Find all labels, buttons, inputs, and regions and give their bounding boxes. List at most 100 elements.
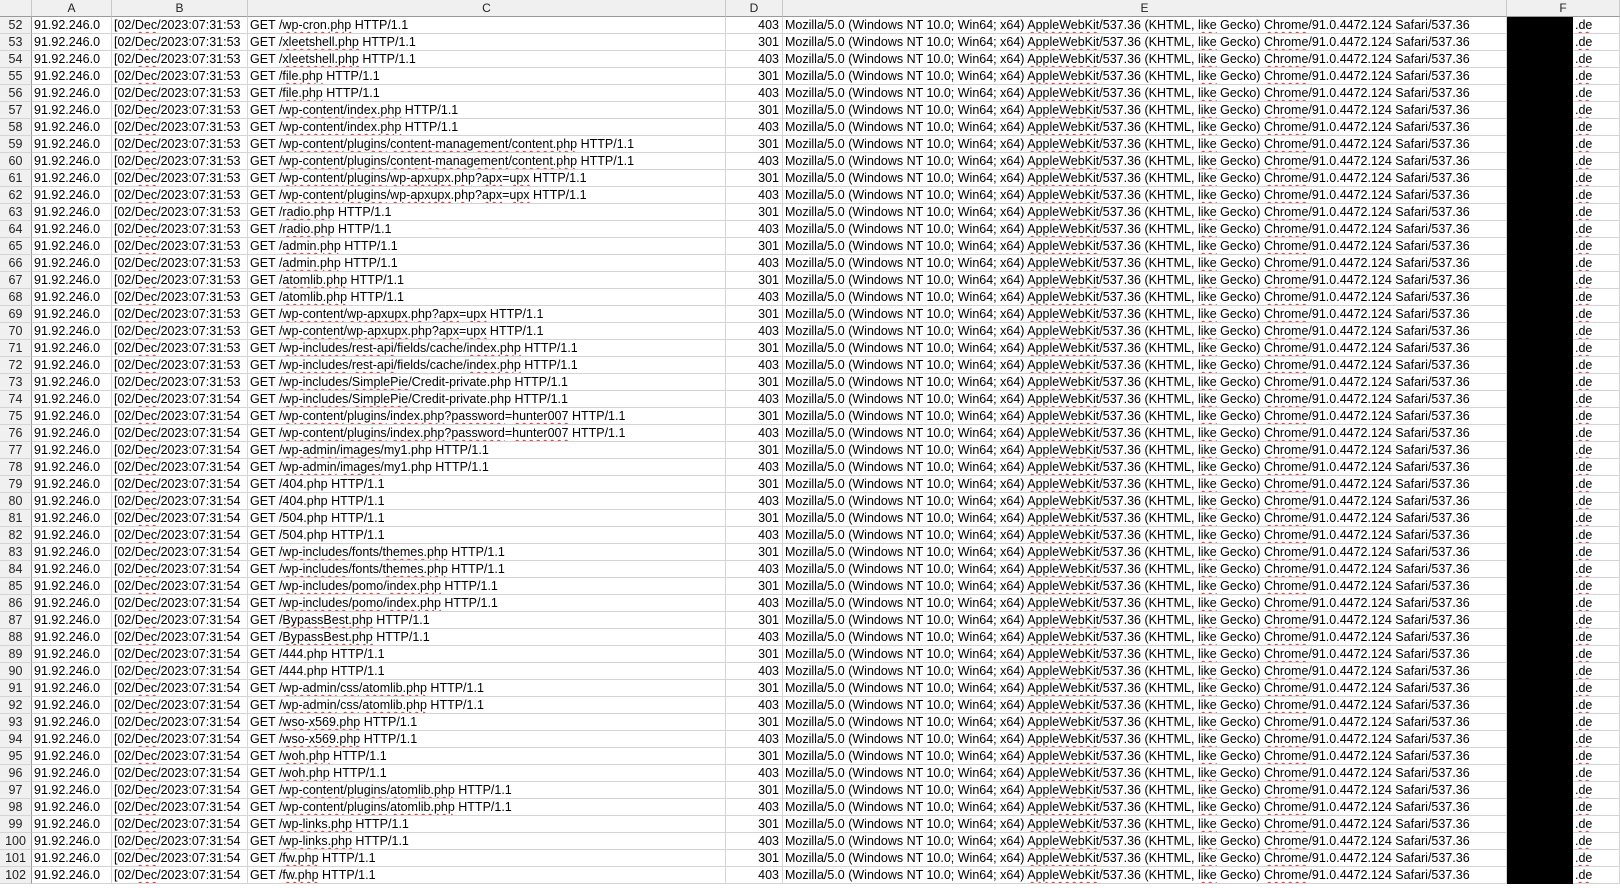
cell-domain-suffix[interactable]: .de: [1573, 527, 1620, 544]
cell-request[interactable]: GET /wp-admin/images/my1.php HTTP/1.1: [248, 459, 726, 476]
row-number[interactable]: 102: [0, 867, 32, 884]
cell-status-code[interactable]: 301: [726, 306, 783, 323]
cell-status-code[interactable]: 301: [726, 782, 783, 799]
cell-ip-address[interactable]: 91.92.246.0: [32, 680, 112, 697]
row-number[interactable]: 84: [0, 561, 32, 578]
cell-user-agent[interactable]: Mozilla/5.0 (Windows NT 10.0; Win64; x64…: [783, 119, 1507, 136]
table-row[interactable]: 101 91.92.246.0 [02/Dec/2023:07:31:54 GET /…: [0, 850, 1620, 867]
cell-timestamp[interactable]: [02/Dec/2023:07:31:54: [112, 595, 248, 612]
cell-timestamp[interactable]: [02/Dec/2023:07:31:54: [112, 425, 248, 442]
cell-timestamp[interactable]: [02/Dec/2023:07:31:54: [112, 646, 248, 663]
cell-domain-suffix[interactable]: .de: [1573, 102, 1620, 119]
cell-status-code[interactable]: 403: [726, 153, 783, 170]
cell-request[interactable]: GET /404.php HTTP/1.1: [248, 493, 726, 510]
cell-user-agent[interactable]: Mozilla/5.0 (Windows NT 10.0; Win64; x64…: [783, 833, 1507, 850]
cell-request[interactable]: GET /wp-content/index.php HTTP/1.1: [248, 119, 726, 136]
cell-domain-suffix[interactable]: .de: [1573, 731, 1620, 748]
cell-status-code[interactable]: 301: [726, 34, 783, 51]
cell-request[interactable]: GET /404.php HTTP/1.1: [248, 476, 726, 493]
table-row[interactable]: 53 91.92.246.0 [02/Dec/2023:07:31:53 GET /x…: [0, 34, 1620, 51]
cell-timestamp[interactable]: [02/Dec/2023:07:31:54: [112, 544, 248, 561]
table-row[interactable]: 102 91.92.246.0 [02/Dec/2023:07:31:54 GET /…: [0, 867, 1620, 884]
cell-status-code[interactable]: 301: [726, 408, 783, 425]
cell-user-agent[interactable]: Mozilla/5.0 (Windows NT 10.0; Win64; x64…: [783, 85, 1507, 102]
cell-ip-address[interactable]: 91.92.246.0: [32, 187, 112, 204]
cell-status-code[interactable]: 301: [726, 136, 783, 153]
cell-ip-address[interactable]: 91.92.246.0: [32, 714, 112, 731]
cell-status-code[interactable]: 301: [726, 544, 783, 561]
row-number[interactable]: 101: [0, 850, 32, 867]
cell-ip-address[interactable]: 91.92.246.0: [32, 136, 112, 153]
cell-status-code[interactable]: 403: [726, 425, 783, 442]
row-number[interactable]: 77: [0, 442, 32, 459]
cell-request[interactable]: GET /wp-content/plugins/index.php?passwo…: [248, 425, 726, 442]
cell-request[interactable]: GET /fw.php HTTP/1.1: [248, 850, 726, 867]
cell-user-agent[interactable]: Mozilla/5.0 (Windows NT 10.0; Win64; x64…: [783, 442, 1507, 459]
cell-ip-address[interactable]: 91.92.246.0: [32, 425, 112, 442]
cell-user-agent[interactable]: Mozilla/5.0 (Windows NT 10.0; Win64; x64…: [783, 340, 1507, 357]
select-all-corner[interactable]: [0, 0, 32, 17]
cell-ip-address[interactable]: 91.92.246.0: [32, 204, 112, 221]
row-number[interactable]: 74: [0, 391, 32, 408]
cell-timestamp[interactable]: [02/Dec/2023:07:31:53: [112, 238, 248, 255]
row-number[interactable]: 56: [0, 85, 32, 102]
row-number[interactable]: 64: [0, 221, 32, 238]
cell-user-agent[interactable]: Mozilla/5.0 (Windows NT 10.0; Win64; x64…: [783, 561, 1507, 578]
cell-timestamp[interactable]: [02/Dec/2023:07:31:54: [112, 561, 248, 578]
table-row[interactable]: 71 91.92.246.0 [02/Dec/2023:07:31:53 GET /w…: [0, 340, 1620, 357]
cell-domain-suffix[interactable]: .de: [1573, 170, 1620, 187]
cell-domain-suffix[interactable]: .de: [1573, 663, 1620, 680]
cell-domain-suffix[interactable]: .de: [1573, 833, 1620, 850]
cell-request[interactable]: GET /wp-links.php HTTP/1.1: [248, 816, 726, 833]
cell-user-agent[interactable]: Mozilla/5.0 (Windows NT 10.0; Win64; x64…: [783, 714, 1507, 731]
cell-timestamp[interactable]: [02/Dec/2023:07:31:54: [112, 816, 248, 833]
table-row[interactable]: 74 91.92.246.0 [02/Dec/2023:07:31:54 GET /w…: [0, 391, 1620, 408]
row-number[interactable]: 85: [0, 578, 32, 595]
table-row[interactable]: 79 91.92.246.0 [02/Dec/2023:07:31:54 GET /4…: [0, 476, 1620, 493]
table-row[interactable]: 87 91.92.246.0 [02/Dec/2023:07:31:54 GET /B…: [0, 612, 1620, 629]
cell-ip-address[interactable]: 91.92.246.0: [32, 34, 112, 51]
cell-request[interactable]: GET /xleetshell.php HTTP/1.1: [248, 51, 726, 68]
cell-user-agent[interactable]: Mozilla/5.0 (Windows NT 10.0; Win64; x64…: [783, 408, 1507, 425]
cell-timestamp[interactable]: [02/Dec/2023:07:31:54: [112, 867, 248, 884]
cell-request[interactable]: GET /admin.php HTTP/1.1: [248, 238, 726, 255]
cell-request[interactable]: GET /wp-content/plugins/content-manageme…: [248, 136, 726, 153]
cell-user-agent[interactable]: Mozilla/5.0 (Windows NT 10.0; Win64; x64…: [783, 680, 1507, 697]
cell-timestamp[interactable]: [02/Dec/2023:07:31:53: [112, 17, 248, 34]
cell-domain-suffix[interactable]: .de: [1573, 867, 1620, 884]
row-number[interactable]: 90: [0, 663, 32, 680]
cell-request[interactable]: GET /atomlib.php HTTP/1.1: [248, 272, 726, 289]
cell-request[interactable]: GET /wp-content/plugins/atomlib.php HTTP…: [248, 782, 726, 799]
cell-status-code[interactable]: 403: [726, 867, 783, 884]
cell-timestamp[interactable]: [02/Dec/2023:07:31:54: [112, 493, 248, 510]
table-row[interactable]: 75 91.92.246.0 [02/Dec/2023:07:31:54 GET /w…: [0, 408, 1620, 425]
cell-domain-suffix[interactable]: .de: [1573, 697, 1620, 714]
table-row[interactable]: 89 91.92.246.0 [02/Dec/2023:07:31:54 GET /4…: [0, 646, 1620, 663]
table-row[interactable]: 84 91.92.246.0 [02/Dec/2023:07:31:54 GET /w…: [0, 561, 1620, 578]
cell-status-code[interactable]: 403: [726, 255, 783, 272]
table-row[interactable]: 62 91.92.246.0 [02/Dec/2023:07:31:53 GET /w…: [0, 187, 1620, 204]
cell-user-agent[interactable]: Mozilla/5.0 (Windows NT 10.0; Win64; x64…: [783, 697, 1507, 714]
cell-status-code[interactable]: 403: [726, 391, 783, 408]
cell-ip-address[interactable]: 91.92.246.0: [32, 323, 112, 340]
cell-ip-address[interactable]: 91.92.246.0: [32, 544, 112, 561]
table-row[interactable]: 54 91.92.246.0 [02/Dec/2023:07:31:53 GET /x…: [0, 51, 1620, 68]
cell-domain-suffix[interactable]: .de: [1573, 340, 1620, 357]
cell-user-agent[interactable]: Mozilla/5.0 (Windows NT 10.0; Win64; x64…: [783, 153, 1507, 170]
cell-domain-suffix[interactable]: .de: [1573, 680, 1620, 697]
table-row[interactable]: 97 91.92.246.0 [02/Dec/2023:07:31:54 GET /w…: [0, 782, 1620, 799]
cell-domain-suffix[interactable]: .de: [1573, 34, 1620, 51]
cell-request[interactable]: GET /file.php HTTP/1.1: [248, 85, 726, 102]
row-number[interactable]: 63: [0, 204, 32, 221]
cell-domain-suffix[interactable]: .de: [1573, 51, 1620, 68]
cell-request[interactable]: GET /wp-content/index.php HTTP/1.1: [248, 102, 726, 119]
cell-ip-address[interactable]: 91.92.246.0: [32, 799, 112, 816]
cell-status-code[interactable]: 301: [726, 204, 783, 221]
cell-timestamp[interactable]: [02/Dec/2023:07:31:54: [112, 476, 248, 493]
cell-domain-suffix[interactable]: .de: [1573, 119, 1620, 136]
table-row[interactable]: 94 91.92.246.0 [02/Dec/2023:07:31:54 GET /w…: [0, 731, 1620, 748]
cell-timestamp[interactable]: [02/Dec/2023:07:31:53: [112, 170, 248, 187]
row-number[interactable]: 82: [0, 527, 32, 544]
cell-request[interactable]: GET /wp-content/wp-apxupx.php?apx=upx HT…: [248, 323, 726, 340]
cell-status-code[interactable]: 301: [726, 102, 783, 119]
